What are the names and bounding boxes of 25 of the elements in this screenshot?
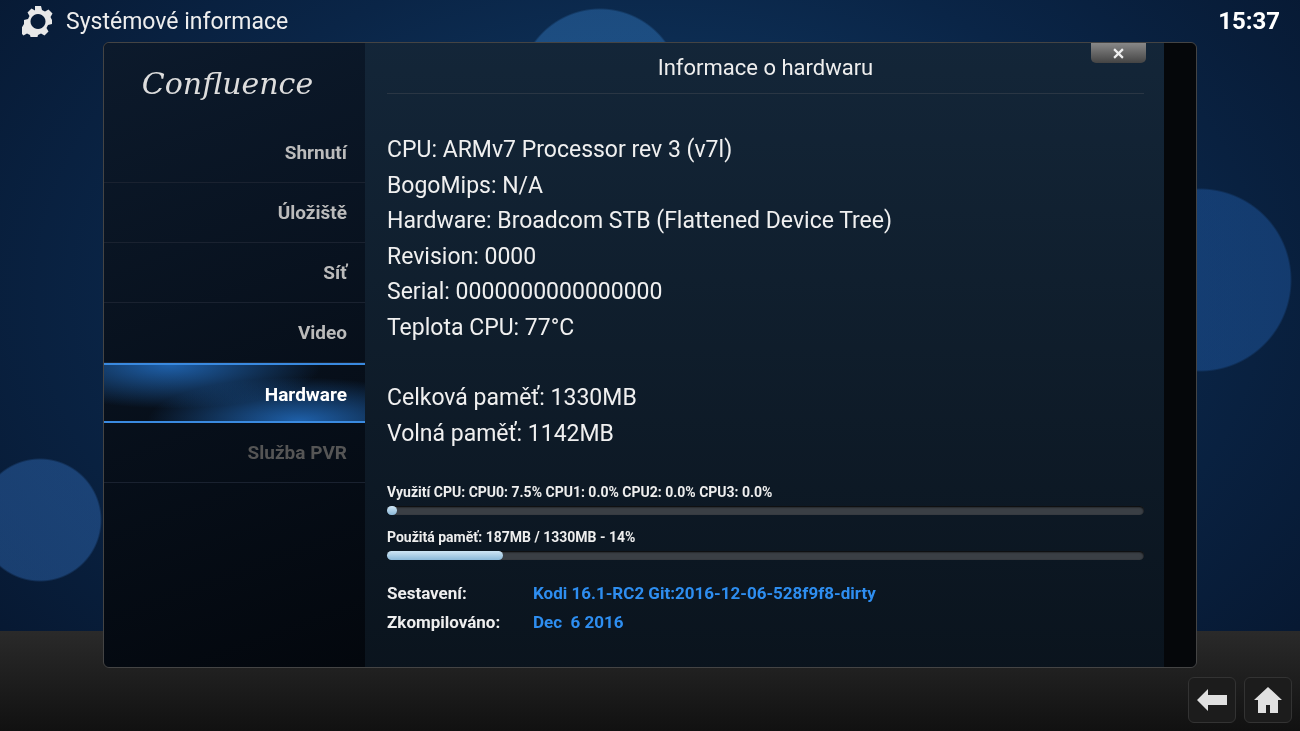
info-line: Teplota CPU: 77°C xyxy=(387,312,576,343)
home-icon xyxy=(1253,686,1283,714)
build-value: Kodi 16.1-RC2 Git:2016-12-06-528f9f8-dirty xyxy=(533,582,876,603)
info-line: Serial: 0000000000000000 xyxy=(387,277,664,307)
close-icon xyxy=(1113,47,1124,59)
back-button[interactable] xyxy=(1188,677,1236,723)
info-line: Celková paměť: 1330MB xyxy=(387,383,638,413)
meter-label: Využití CPU: CPU0: 7.5% CPU1: 0.0% CPU2: 0.0% CPU3: 0.0% xyxy=(387,484,774,502)
info-line: CPU: ARMv7 Processor rev 3 (v7l) xyxy=(387,135,734,165)
meter-label: Použitá paměť: 187MB / 1330MB - 14% xyxy=(387,529,637,547)
info-line: Hardware: Broadcom STB (Flattened Device Tree) xyxy=(387,206,893,236)
info-line: Revision: 0000 xyxy=(387,241,538,272)
close-button[interactable] xyxy=(1091,43,1146,63)
clock: 15:37 xyxy=(1218,7,1280,35)
info-line: BogoMips: N/A xyxy=(387,170,545,201)
sidebar-item[interactable]: Hardware xyxy=(104,363,365,423)
info-line: Volná paměť: 1142MB xyxy=(387,418,615,449)
settings-icon xyxy=(22,5,54,37)
back-arrow-icon xyxy=(1197,689,1227,711)
home-button[interactable] xyxy=(1244,677,1292,723)
build-value: Dec 6 2016 xyxy=(533,611,624,632)
logo: Confluence xyxy=(140,64,315,103)
screen-title: Systémové informace xyxy=(66,7,290,35)
build-label: Zkompilováno: xyxy=(387,611,502,632)
build-label: Sestavení: xyxy=(387,582,468,603)
